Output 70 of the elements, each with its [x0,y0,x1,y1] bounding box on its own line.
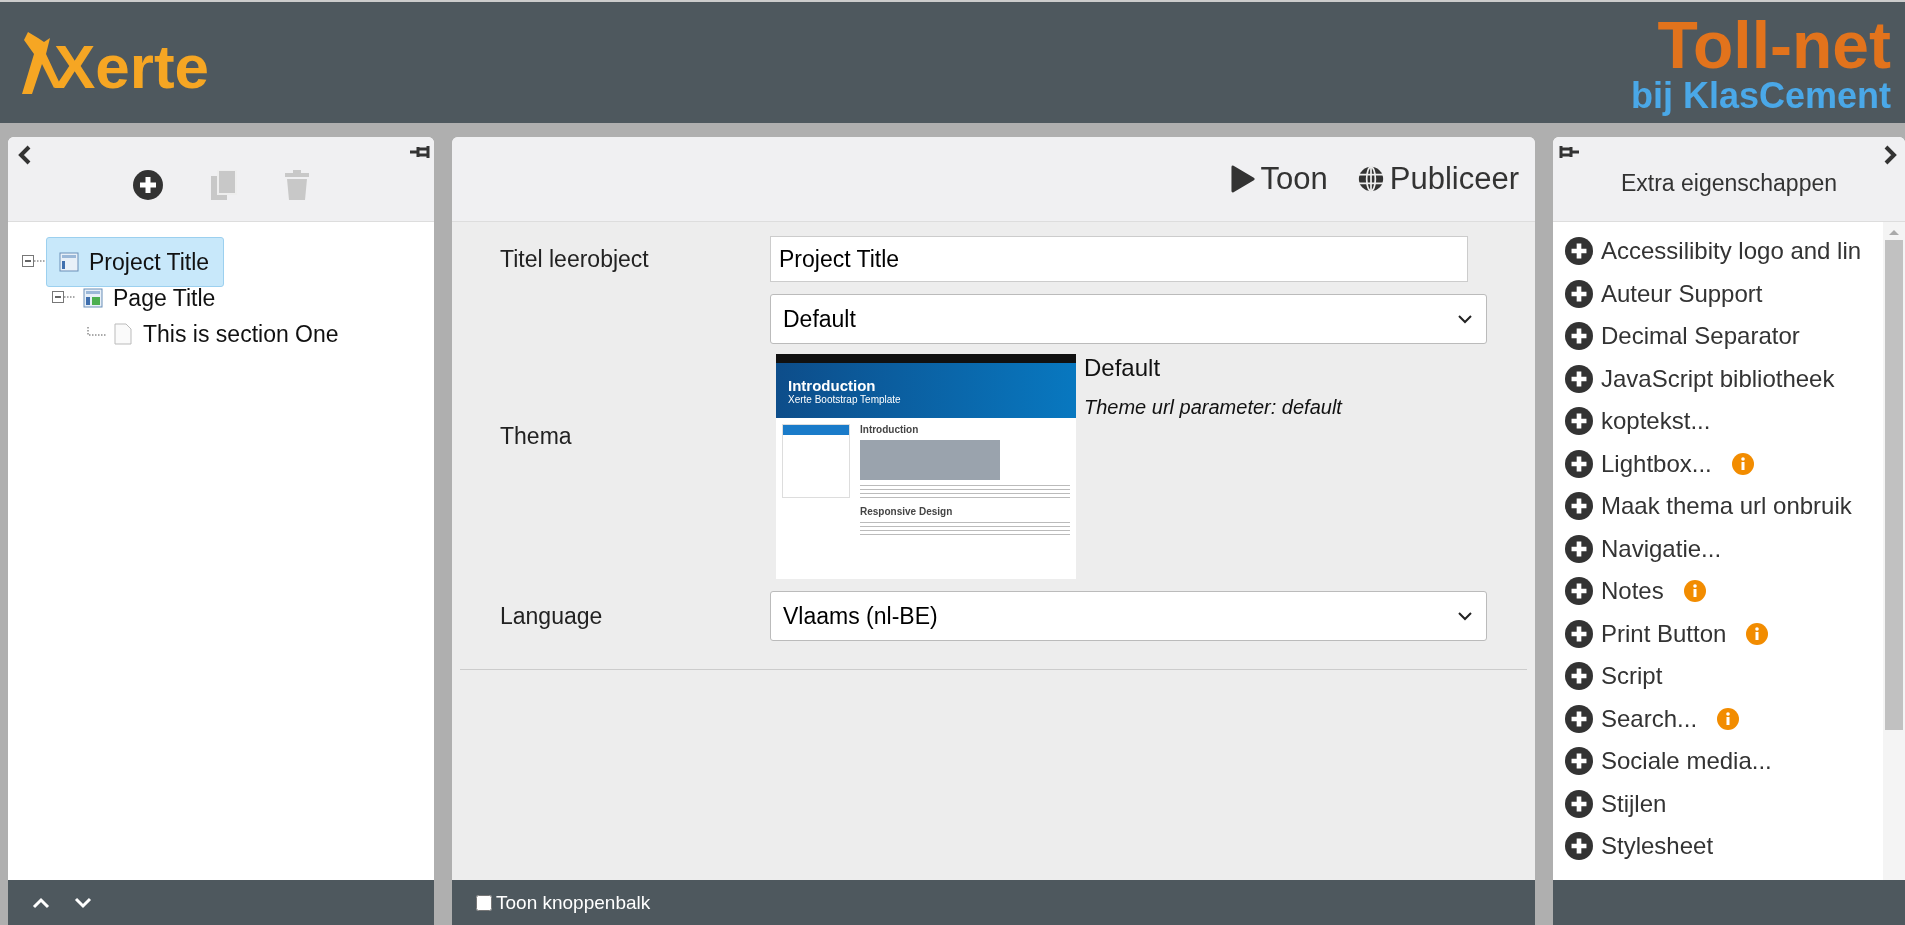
property-item[interactable]: Print Button [1565,612,1883,655]
add-icon [1565,704,1593,733]
property-item[interactable]: Stylesheet [1565,825,1883,868]
add-icon [1565,577,1593,606]
toolbar-button[interactable]: Toon [1230,161,1328,197]
tree-item[interactable]: Project Title [46,237,225,287]
add-icon [1565,619,1593,648]
add-icon [1565,789,1593,818]
add-icon [1565,237,1593,266]
page-layout-icon [83,288,103,308]
preview-title: Introduction [788,376,877,394]
property-item[interactable]: Script [1565,655,1883,698]
field-label: Language [500,602,604,630]
add-icon [1565,492,1593,521]
dropdown-caret-icon [1458,611,1472,621]
property-item[interactable]: JavaScript bibliotheek [1565,357,1883,400]
add-icon[interactable] [133,170,163,200]
app-logo: Xerte [54,35,210,98]
add-icon [1565,322,1593,351]
property-item[interactable]: Search... [1565,697,1883,740]
add-icon [1565,364,1593,393]
toolbar-button[interactable]: Publiceer [1357,161,1519,197]
checkbox[interactable] [476,894,492,911]
add-icon [1565,832,1593,861]
property-item[interactable]: Notes [1565,570,1883,613]
preview-subtitle: Xerte Bootstrap Template [788,393,902,405]
globe-icon [1357,166,1384,192]
property-item[interactable]: Auteur Support [1565,272,1883,315]
property-item[interactable]: Accessilibity logo and lin [1565,230,1883,273]
preview-heading: Responsive Design [860,506,954,517]
pin-icon[interactable] [410,145,432,159]
project-icon [59,252,79,272]
move-down-icon[interactable] [74,896,92,909]
add-icon [1565,449,1593,478]
property-item[interactable]: Sociale media... [1565,740,1883,783]
property-item[interactable]: Stijlen [1565,782,1883,825]
select-field[interactable]: Default [770,294,1487,344]
checkbox-label: Toon knoppenbalk [496,891,651,914]
scrollbar-thumb[interactable] [1885,240,1903,730]
add-icon [1565,747,1593,776]
pin-icon[interactable] [1557,145,1579,159]
collapse-toggle-icon[interactable] [22,255,46,269]
brand-logo: Toll-net [1657,11,1891,78]
add-icon [1565,279,1593,308]
theme-note: Theme url parameter: default [1084,396,1342,419]
text-input[interactable]: Project Title [770,236,1468,282]
property-item[interactable]: koptekst... [1565,400,1883,443]
move-up-icon[interactable] [32,896,50,909]
brand-subtitle: bij KlasCement [1630,77,1891,114]
select-field[interactable]: Vlaams (nl-BE) [770,591,1487,641]
expand-right-icon[interactable] [1883,145,1897,165]
document-icon [113,323,133,345]
theme-name: Default [1084,354,1162,382]
tree-item[interactable]: This is section One [106,317,346,351]
collapse-toggle-icon[interactable] [52,291,76,305]
add-icon [1565,534,1593,563]
collapse-left-icon[interactable] [18,145,32,165]
field-label: Titel leerobject [500,245,650,273]
add-icon [1565,407,1593,436]
property-item[interactable]: Lightbox... [1565,442,1883,485]
play-icon [1230,165,1255,193]
dropdown-caret-icon [1458,314,1472,324]
field-label: Thema [500,423,573,450]
preview-heading: Introduction [860,424,920,435]
add-icon [1565,662,1593,691]
panel-title: Extra eigenschappen [1620,169,1838,197]
property-item[interactable]: Maak thema url onbruik [1565,485,1883,528]
property-item[interactable]: Navigatie... [1565,527,1883,570]
property-item[interactable]: Decimal Separator [1565,315,1883,358]
scrollbar[interactable] [1883,222,1905,880]
